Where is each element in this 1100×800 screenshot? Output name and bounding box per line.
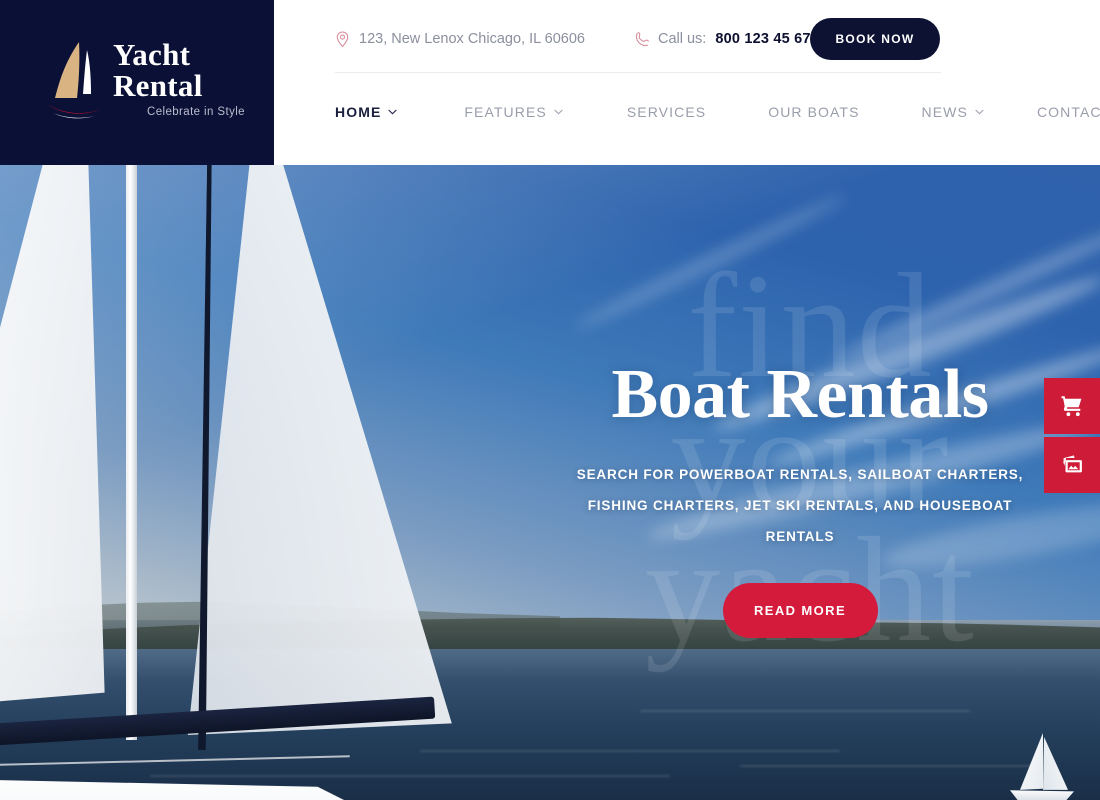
header-divider xyxy=(335,72,941,73)
site-header: Yacht Rental Celebrate in Style 123, New… xyxy=(0,0,1100,165)
contact-bar: 123, New Lenox Chicago, IL 60606 Call us… xyxy=(335,22,811,56)
hero-title: Boat Rentals xyxy=(611,356,989,433)
nav-label: CONTACTS xyxy=(1036,104,1100,120)
nav-item-home[interactable]: HOME xyxy=(335,104,397,120)
nav-item-news[interactable]: NEWS xyxy=(922,104,984,120)
hero-subtitle: SEARCH FOR POWERBOAT RENTALS, SAILBOAT C… xyxy=(576,467,1024,544)
chevron-down-icon xyxy=(388,109,397,115)
phone-prefix: Call us: xyxy=(657,31,707,47)
sailboat-logo-icon xyxy=(41,36,107,122)
location-pin-icon xyxy=(336,30,349,47)
nav-label: SERVICES xyxy=(626,104,707,120)
main-navigation: HOME FEATURES SERVICES OUR BOATS NEWS CO… xyxy=(335,95,1100,129)
logo-word-2: Rental xyxy=(113,68,203,103)
read-more-button[interactable]: READ MORE xyxy=(722,583,878,638)
nav-item-contacts[interactable]: CONTACTS xyxy=(1037,104,1100,120)
foreground-yacht xyxy=(0,165,580,800)
logo-block[interactable]: Yacht Rental Celebrate in Style xyxy=(0,0,274,165)
chevron-down-icon xyxy=(975,109,984,115)
phone-block[interactable]: Call us: 800 123 45 67 xyxy=(634,31,811,48)
address-block: 123, New Lenox Chicago, IL 60606 xyxy=(335,30,585,48)
address-text: 123, New Lenox Chicago, IL 60606 xyxy=(359,31,585,47)
side-action-rail xyxy=(1044,378,1100,493)
nav-item-our-boats[interactable]: OUR BOATS xyxy=(768,104,859,120)
nav-item-services[interactable]: SERVICES xyxy=(627,104,706,120)
phone-number: 800 123 45 67 xyxy=(715,31,811,47)
nav-label: FEATURES xyxy=(464,104,547,120)
page-root: find your yacht Boat Rentals SEARCH FOR … xyxy=(0,0,1100,800)
phone-icon xyxy=(635,31,649,46)
hero-section: find your yacht Boat Rentals SEARCH FOR … xyxy=(0,165,1100,800)
chevron-down-icon xyxy=(554,109,563,115)
nav-label: OUR BOATS xyxy=(768,104,860,120)
logo-tagline: Celebrate in Style xyxy=(147,106,245,118)
cart-button[interactable] xyxy=(1044,378,1100,434)
book-now-button[interactable]: BOOK NOW xyxy=(810,18,940,60)
gallery-icon xyxy=(1063,455,1082,473)
hero-content: Boat Rentals SEARCH FOR POWERBOAT RENTAL… xyxy=(520,165,1080,800)
header-right: 123, New Lenox Chicago, IL 60606 Call us… xyxy=(274,0,1100,165)
logo-word-1: Yacht xyxy=(113,37,191,72)
shopping-cart-icon xyxy=(1061,396,1082,417)
gallery-button[interactable] xyxy=(1044,437,1100,493)
nav-label: HOME xyxy=(335,104,382,120)
nav-item-features[interactable]: FEATURES xyxy=(464,104,563,120)
nav-label: NEWS xyxy=(921,104,968,120)
